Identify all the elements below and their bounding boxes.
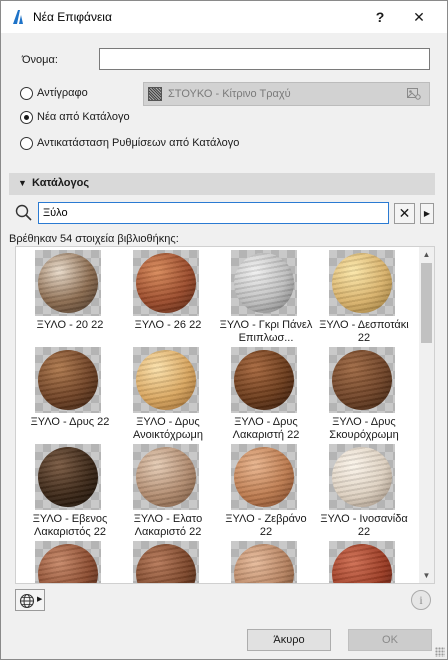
material-thumbnail [133, 444, 199, 510]
clear-search-button[interactable]: ✕ [394, 203, 415, 224]
catalog-results-grid: ΞΥΛΟ - 20 22 ΞΥΛΟ - 26 22 ΞΥΛΟ - Γκρι Πάνε… [15, 246, 435, 584]
material-tile[interactable]: ΞΥΛΟ - Δρυς 22 [22, 344, 118, 441]
name-input[interactable] [99, 48, 430, 70]
name-label: Όνομα: [22, 54, 58, 66]
material-tile[interactable]: ΞΥΛΟ - Δρυς Λακαριστή 22 [218, 344, 314, 441]
material-thumbnail [35, 444, 101, 510]
search-icon [15, 204, 32, 221]
material-tile[interactable]: ΞΥΛΟ - Εβενος Λακαριστός 22 [22, 441, 118, 538]
material-sphere [332, 253, 392, 313]
material-sphere [234, 253, 294, 313]
material-tile[interactable]: ΞΥΛΟ - Δρυς Ανοικτόχρωμη [120, 344, 216, 441]
material-tile[interactable]: ΞΥΛΟ - Ελατο Λακαριστό 22 [120, 441, 216, 538]
new-from-catalog-radio[interactable] [20, 111, 33, 124]
material-thumbnail [329, 541, 395, 583]
close-button[interactable]: ✕ [399, 5, 439, 29]
surface-swatch-icon [148, 87, 162, 101]
replace-settings-radio[interactable] [20, 137, 33, 150]
info-icon[interactable]: i [411, 590, 431, 610]
help-button[interactable]: ? [365, 5, 395, 29]
material-thumbnail [329, 347, 395, 413]
material-label: ΞΥΛΟ - Δρυς Ανοικτόχρωμη [133, 416, 203, 441]
copy-radio-label[interactable]: Αντίγραφο [37, 87, 88, 99]
catalog-search-input[interactable] [38, 202, 389, 224]
material-tile[interactable] [120, 538, 216, 583]
material-thumbnail [35, 347, 101, 413]
material-label: ΞΥΛΟ - Δρυς Σκουρόχρωμη [329, 416, 399, 441]
scroll-up-icon[interactable]: ▲ [419, 247, 434, 262]
material-tile[interactable]: ΞΥΛΟ - Γκρι Πάνελ Επιπλωσ... [218, 247, 314, 344]
material-sphere [234, 544, 294, 583]
material-tile[interactable]: ΞΥΛΟ - Ινοσανίδα 22 [316, 441, 412, 538]
material-thumbnail [35, 250, 101, 316]
material-sphere [234, 447, 294, 507]
dropdown-arrow-icon: ▶ [37, 596, 43, 603]
material-sphere [38, 447, 98, 507]
image-settings-icon [407, 88, 421, 100]
material-tile[interactable]: ΞΥΛΟ - 26 22 [120, 247, 216, 344]
results-scrollbar[interactable]: ▲ ▼ [419, 247, 434, 583]
copy-source-field: ΣΤΟΥΚΟ - Κίτρινο Τραχύ [143, 82, 430, 106]
material-sphere [136, 544, 196, 583]
material-sphere [38, 253, 98, 313]
material-sphere [136, 350, 196, 410]
material-label: ΞΥΛΟ - 26 22 [134, 319, 202, 331]
copy-radio[interactable] [20, 87, 33, 100]
scroll-thumb[interactable] [421, 263, 432, 343]
material-sphere [332, 447, 392, 507]
archicad-logo-icon [13, 10, 23, 24]
material-label: ΞΥΛΟ - Δεσποτάκι 22 [319, 319, 409, 344]
material-thumbnail [35, 541, 101, 583]
cancel-button[interactable]: Άκυρο [247, 629, 331, 651]
material-sphere [136, 253, 196, 313]
material-tile[interactable]: ΞΥΛΟ - Δρυς Σκουρόχρωμη [316, 344, 412, 441]
title-bar: Νέα Επιφάνεια ? ✕ [1, 1, 447, 33]
material-tile[interactable] [218, 538, 314, 583]
material-thumbnail [329, 444, 395, 510]
material-thumbnail [231, 347, 297, 413]
material-tile[interactable]: ΞΥΛΟ - Ζεβράνο 22 [218, 441, 314, 538]
material-label: ΞΥΛΟ - Ινοσανίδα 22 [320, 513, 408, 538]
new-surface-dialog: Νέα Επιφάνεια ? ✕ Όνομα: Αντίγραφο ΣΤΟΥΚ… [0, 0, 448, 660]
replace-settings-label[interactable]: Αντικατάσταση Ρυθμίσεων από Κατάλογο [37, 137, 239, 149]
material-tile[interactable]: ΞΥΛΟ - 20 22 [22, 247, 118, 344]
catalog-section-header[interactable]: ▼ Κατάλογος [9, 173, 435, 195]
material-label: ΞΥΛΟ - 20 22 [36, 319, 104, 331]
copy-source-value: ΣΤΟΥΚΟ - Κίτρινο Τραχύ [168, 88, 291, 100]
catalog-title: Κατάλογος [32, 177, 90, 189]
material-tile[interactable] [316, 538, 412, 583]
material-thumbnail [133, 347, 199, 413]
material-thumbnail [231, 250, 297, 316]
collapse-arrow-icon: ▼ [18, 178, 27, 188]
material-sphere [38, 544, 98, 583]
new-from-catalog-label[interactable]: Νέα από Κατάλογο [37, 111, 130, 123]
material-thumbnail [133, 541, 199, 583]
material-sphere [332, 350, 392, 410]
material-thumbnail [231, 444, 297, 510]
ok-button[interactable]: ΟΚ [348, 629, 432, 651]
material-sphere [234, 350, 294, 410]
window-title: Νέα Επιφάνεια [33, 10, 112, 24]
material-sphere [136, 447, 196, 507]
material-label: ΞΥΛΟ - Δρυς 22 [30, 416, 110, 428]
material-label: ΞΥΛΟ - Δρυς Λακαριστή 22 [232, 416, 300, 441]
material-label: ΞΥΛΟ - Ελατο Λακαριστό 22 [133, 513, 203, 538]
material-label: ΞΥΛΟ - Ζεβράνο 22 [225, 513, 307, 538]
more-options-button[interactable]: ▶ [420, 203, 434, 224]
material-tile[interactable] [22, 538, 118, 583]
material-thumbnail [329, 250, 395, 316]
results-count: Βρέθηκαν 54 στοιχεία βιβλιοθήκης: [9, 233, 179, 245]
material-label: ΞΥΛΟ - Εβενος Λακαριστός 22 [32, 513, 108, 538]
library-menu-button[interactable]: ▶ [15, 589, 45, 611]
material-thumbnail [231, 541, 297, 583]
material-thumbnail [133, 250, 199, 316]
scroll-down-icon[interactable]: ▼ [419, 568, 434, 583]
material-sphere [38, 350, 98, 410]
material-label: ΞΥΛΟ - Γκρι Πάνελ Επιπλωσ... [219, 319, 313, 344]
material-sphere [332, 544, 392, 583]
material-tile[interactable]: ΞΥΛΟ - Δεσποτάκι 22 [316, 247, 412, 344]
globe-icon [19, 593, 35, 609]
resize-grip-icon[interactable] [435, 647, 445, 657]
